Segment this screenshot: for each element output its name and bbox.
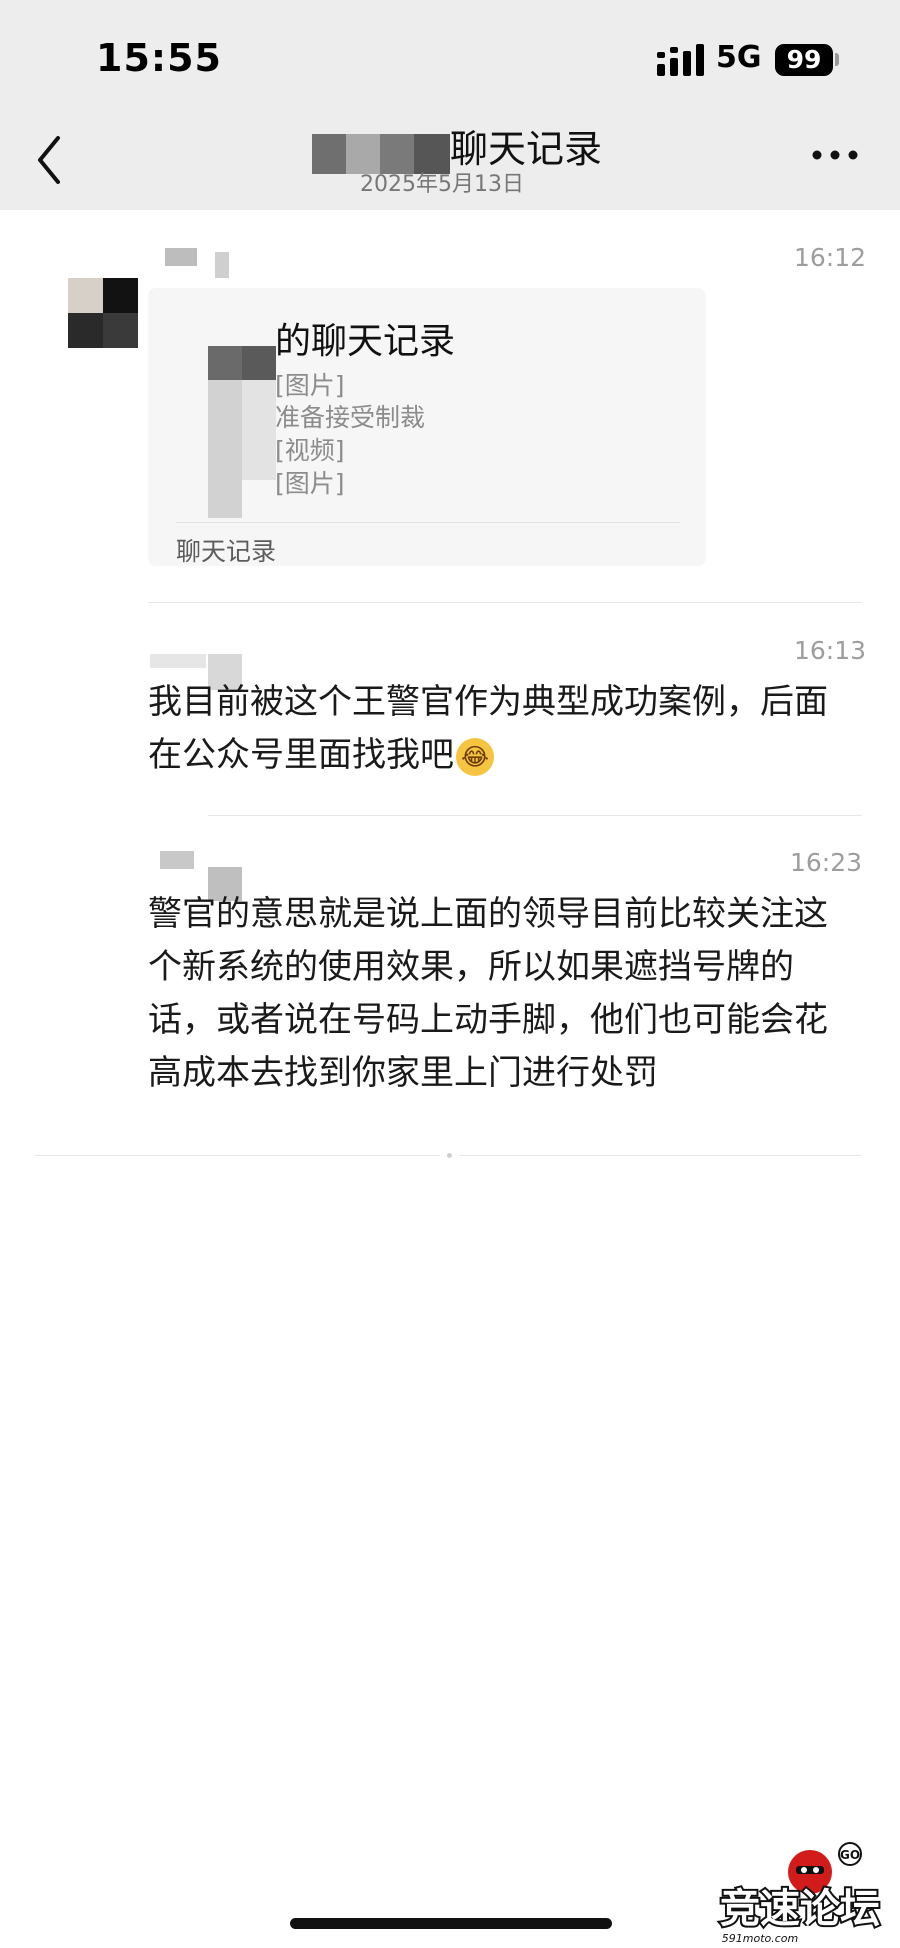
- blurred-sender-name: [165, 248, 229, 278]
- message-time: 16:23: [790, 848, 863, 877]
- battery-tip: [835, 53, 839, 66]
- watermark-site: 591moto.com: [722, 1932, 798, 1945]
- more-icon[interactable]: [810, 148, 860, 162]
- card-line: [视频]: [275, 436, 345, 465]
- message-text: 警官的意思就是说上面的领导目前比较关注这个新系统的使用效果，所以如果遮挡号牌的话…: [148, 894, 828, 1093]
- back-button[interactable]: [30, 130, 70, 190]
- signal-icon: [657, 44, 704, 76]
- card-line: [图片]: [275, 371, 345, 400]
- battery-icon: 99: [775, 44, 833, 76]
- home-indicator[interactable]: [290, 1918, 612, 1929]
- message-divider: [148, 602, 862, 603]
- end-divider-dot: [447, 1153, 452, 1158]
- page-title: 聊天记录: [450, 127, 603, 171]
- card-divider: [176, 522, 680, 523]
- message-time: 16:12: [794, 243, 867, 272]
- page-subtitle-date: 2025年5月13日: [360, 172, 524, 197]
- end-divider-right: [460, 1155, 862, 1156]
- status-time: 15:55: [96, 36, 222, 80]
- network-type: 5G: [716, 40, 762, 75]
- watermark-brand: 竞速论坛: [720, 1886, 880, 1932]
- card-footer: 聊天记录: [176, 537, 277, 566]
- end-divider-left: [34, 1155, 440, 1156]
- crying-laughing-emoji-icon: 😂: [456, 737, 494, 776]
- message-text: 我目前被这个王警官作为典型成功案例，后面在公众号里面找我吧 😂: [148, 676, 858, 782]
- avatar[interactable]: [68, 278, 138, 348]
- message-divider: [208, 815, 862, 816]
- message-time: 16:13: [794, 636, 867, 665]
- watermark-badge: GO: [840, 1848, 860, 1862]
- card-line: [图片]: [275, 469, 345, 498]
- card-title: 的聊天记录: [275, 321, 456, 362]
- blurred-record-owner: [208, 346, 276, 518]
- forum-watermark-logo: GO 竞速论坛 591moto.com: [718, 1842, 882, 1945]
- card-line: 准备接受制裁: [275, 403, 426, 432]
